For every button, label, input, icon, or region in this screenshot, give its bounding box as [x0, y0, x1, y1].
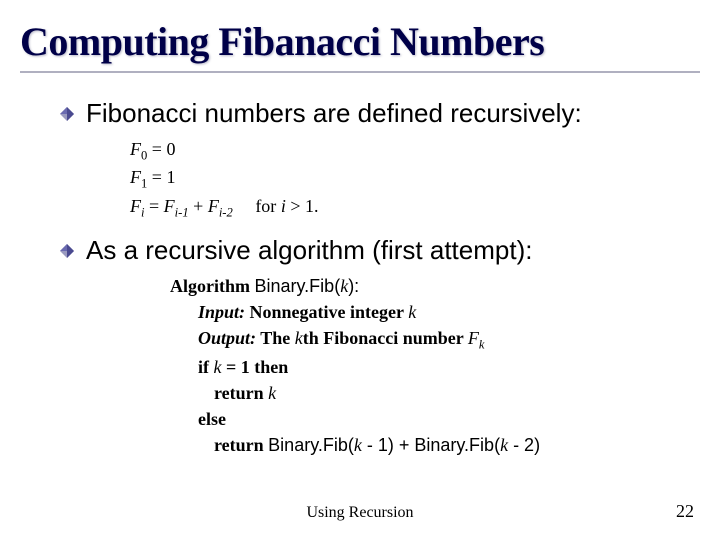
page-number: 22	[676, 501, 694, 522]
bullet-1-text: Fibonacci numbers are defined recursivel…	[86, 97, 582, 130]
algo-output: Output: The kth Fibonacci number Fk	[198, 325, 700, 354]
def-f0: F0 = 0	[130, 136, 700, 165]
bullet-2: As a recursive algorithm (first attempt)…	[60, 234, 700, 267]
diamond-icon	[60, 107, 74, 121]
bullet-2-text: As a recursive algorithm (first attempt)…	[86, 234, 532, 267]
algo-else: else	[198, 406, 700, 432]
def-fi: Fi = Fi-1 + Fi-2 for i > 1.	[130, 193, 700, 222]
title-underline	[20, 71, 700, 73]
def-f1: F1 = 1	[130, 164, 700, 193]
algo-header: Algorithm Binary.Fib(k):	[170, 273, 700, 299]
algo-if: if k = 1 then	[198, 354, 700, 380]
algo-return1: return k	[214, 380, 700, 406]
recursive-definitions: F0 = 0 F1 = 1 Fi = Fi-1 + Fi-2 for i > 1…	[130, 136, 700, 223]
slide: Computing Fibanacci Numbers Fibonacci nu…	[0, 0, 720, 540]
footer-center: Using Recursion	[0, 504, 720, 522]
bullet-1: Fibonacci numbers are defined recursivel…	[60, 97, 700, 130]
algo-return2: return Binary.Fib(k - 1) + Binary.Fib(k …	[214, 432, 700, 458]
algorithm-block: Algorithm Binary.Fib(k): Input: Nonnegat…	[170, 273, 700, 458]
diamond-icon	[60, 244, 74, 258]
algo-input: Input: Nonnegative integer k	[198, 299, 700, 325]
slide-title: Computing Fibanacci Numbers	[20, 18, 700, 65]
